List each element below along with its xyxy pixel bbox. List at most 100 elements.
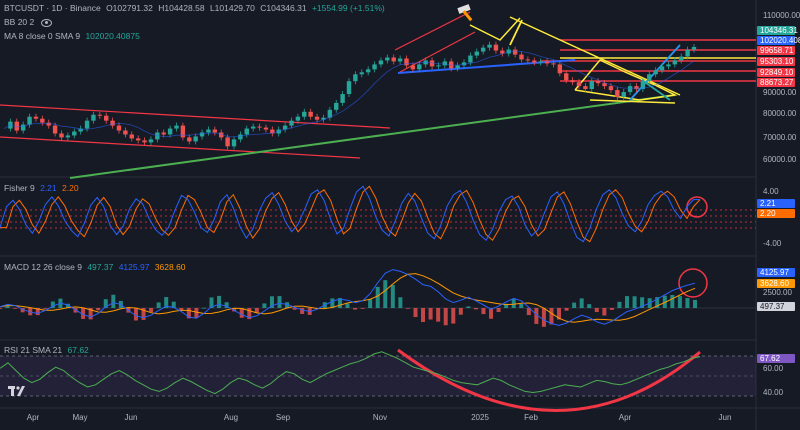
candle-body [397,58,403,62]
candle-body [564,73,569,81]
fisher-value-2: 2.20 [62,183,79,193]
candle-body [295,116,301,121]
candle-body [436,65,441,67]
time-tick: Apr [26,413,40,422]
time-tick: May [72,413,88,422]
macd-histogram-bar [685,298,690,308]
macd-histogram-bar [594,308,599,313]
price-tag-last: 104346.31 [757,26,798,35]
candle-body [302,111,307,117]
symbol-label[interactable]: BTCUSDT · 1D · Binance [4,3,101,13]
macd-histogram-bar [345,303,350,308]
time-tick: Jun [718,413,732,422]
time-tick: Feb [524,413,538,422]
candle-body [512,49,518,55]
candle-body [627,86,633,93]
macd-histogram-bar [519,303,524,308]
candle-body [391,57,396,62]
fisher-tick: -4.00 [763,239,782,248]
symbol-header: BTCUSDT · 1D · Binance O102791.32 H10442… [4,3,388,13]
candle-body [634,86,639,90]
candle-body [135,138,141,141]
price-tick: 70000.00 [763,133,797,142]
macd-histogram-bar [609,308,614,310]
rsi-tag: 67.62 [757,354,795,363]
price-tick: 110000.00 [763,11,800,20]
fisher-label: Fisher 9 [4,183,35,193]
macd-histogram-bar [262,303,267,308]
macd-histogram-bar [353,308,358,310]
candle-body [410,65,416,70]
candle-body [659,66,665,71]
candle-body [142,140,147,143]
candle-body [250,126,256,129]
candle-body [116,125,122,131]
candle-body [525,59,531,61]
macd-histogram-bar [405,308,410,309]
rsi-legend[interactable]: RSI 21 SMA 21 67.62 [4,345,92,355]
rsi-value: 67.62 [67,345,89,355]
macd-histogram-bar [572,302,577,308]
macd-histogram-bar [277,296,282,308]
candle-body [52,125,58,134]
candle-body [666,64,671,67]
candle-body [538,61,543,63]
candle-body [487,44,492,48]
macd-signal-value: 3628.60 [154,262,186,272]
time-tick: Aug [223,413,239,422]
macd-histogram-bar [13,308,18,309]
candle-body [672,60,678,65]
macd-histogram-bar [239,308,244,318]
price-tick: 60000.00 [763,155,797,164]
candle-body [576,82,582,87]
fisher-legend[interactable]: Fisher 9 2.21 2.20 [4,183,82,193]
candle-body [180,125,186,138]
candle-body [417,64,422,70]
macd-histogram-bar [413,308,418,318]
candle-body [231,139,237,147]
candle-body [353,74,358,82]
candle-body [187,137,192,142]
candle-body [493,44,499,51]
candle-body [199,132,205,137]
macd-histogram-bar [617,301,622,308]
macd-histogram-bar [496,308,501,313]
time-tick: Jun [124,413,138,422]
fisher-tag-2: 2.20 [757,209,795,218]
candle-body [340,94,345,103]
candle-body [621,92,626,97]
chart-stage[interactable]: BTCUSDT · 1D · Binance O102791.32 H10442… [0,0,800,430]
macd-tag: 4125.97 [757,268,795,277]
eye-icon[interactable] [41,18,53,27]
candle-body [148,139,154,143]
open-value: O102791.32 [106,3,153,13]
macd-label: MACD 12 26 close 9 [4,262,82,272]
macd-histogram-bar [670,294,675,308]
macd-legend[interactable]: MACD 12 26 close 9 497.37 4125.97 3628.6… [4,262,189,272]
candle-body [615,90,620,97]
candle-body [359,72,364,75]
candle-body [97,114,103,116]
time-tick: 2025 [471,413,489,422]
rsi-tick: 40.00 [763,388,784,397]
candle-body [167,128,173,135]
macd-histogram-bar [360,308,365,309]
candle-body [544,61,550,64]
rsi-label: RSI 21 SMA 21 [4,345,63,355]
rsi-tick: 60.00 [763,364,784,373]
fisher-tick: 4.00 [763,187,779,196]
candle-body [595,81,601,84]
time-tick: Apr [618,413,632,422]
ma-legend[interactable]: MA 8 close 0 SMA 9 102020.40875 [4,31,143,41]
fisher-value-1: 2.21 [40,183,57,193]
price-tag-level: 99658.71 [757,46,795,55]
macd-histogram-bar [96,308,101,311]
macd-histogram-bar [625,296,630,308]
candle-body [65,135,71,138]
chart-svg[interactable] [0,0,800,430]
bb-legend[interactable]: BB 20 2 [4,17,55,27]
candle-body [314,116,320,120]
candle-body [519,54,524,60]
macd-histogram-bar [156,302,161,308]
macd-signal-tag: 3628.60 [757,279,795,288]
